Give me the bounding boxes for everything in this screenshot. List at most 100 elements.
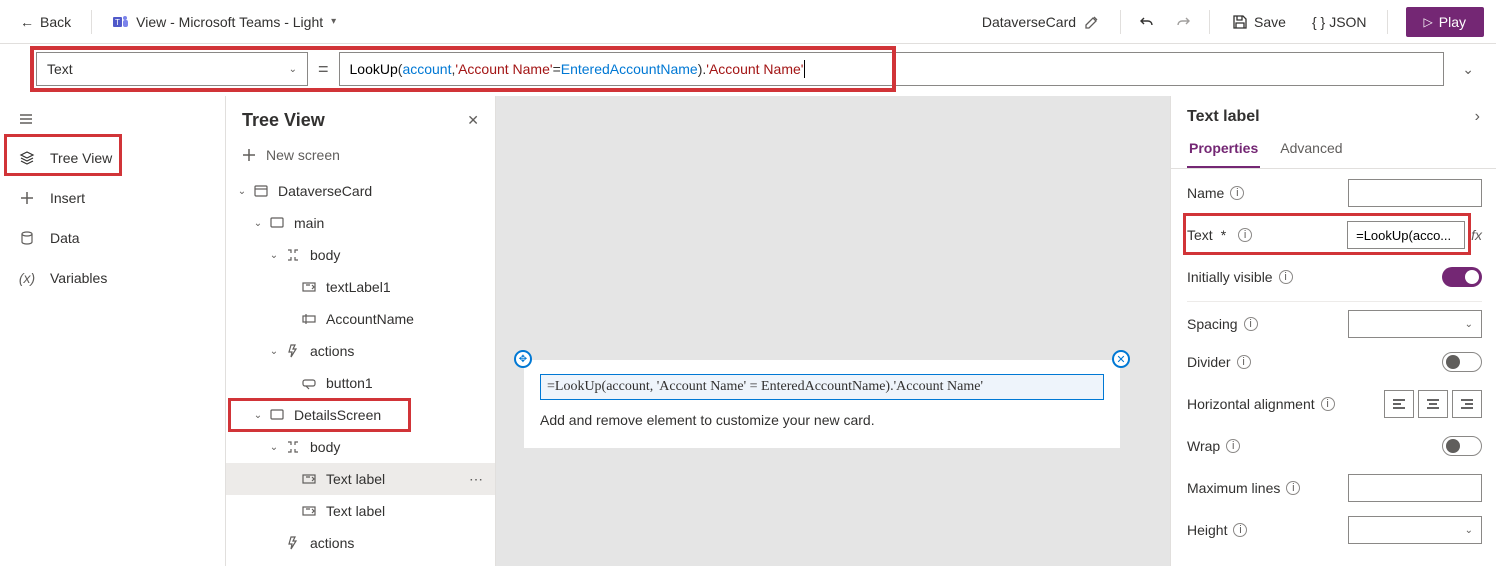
tree-node[interactable]: button1: [226, 367, 495, 399]
save-icon: [1232, 14, 1248, 30]
layers-icon: [18, 150, 36, 166]
chevron-icon[interactable]: ⌄: [268, 442, 280, 453]
move-handle-icon[interactable]: [514, 350, 532, 368]
left-rail: Tree View Insert Data (x) Variables: [0, 96, 226, 566]
maxlines-input[interactable]: [1348, 474, 1482, 502]
name-input[interactable]: [1348, 179, 1482, 207]
tree-node[interactable]: Text label: [226, 495, 495, 527]
rail-item-variables[interactable]: (x) Variables: [0, 258, 225, 298]
screen-icon: [268, 215, 286, 231]
hamburger-button[interactable]: [0, 100, 225, 138]
tree-node-label: Text label: [326, 503, 385, 519]
property-selector[interactable]: Text ⌄: [36, 52, 308, 86]
prop-row-height: Heighti ⌄: [1187, 512, 1482, 548]
tree-node[interactable]: ⌄actions: [226, 335, 495, 367]
info-icon[interactable]: i: [1321, 397, 1335, 411]
expand-panel-button[interactable]: ›: [1475, 108, 1480, 126]
canvas-hint: Add and remove element to customize your…: [540, 412, 1104, 428]
more-button[interactable]: ⋯: [469, 471, 483, 488]
divider-toggle[interactable]: [1442, 352, 1482, 372]
expand-formula-button[interactable]: ⌄: [1454, 61, 1482, 78]
delete-element-button[interactable]: ✕: [1112, 350, 1130, 368]
tree-node[interactable]: ⌄body: [226, 239, 495, 271]
tree-node-label: main: [294, 215, 324, 231]
database-icon: [18, 230, 36, 246]
tab-advanced[interactable]: Advanced: [1278, 132, 1344, 168]
json-button[interactable]: { } JSON: [1304, 10, 1375, 34]
info-icon[interactable]: i: [1286, 481, 1300, 495]
prop-label: Initially visible: [1187, 269, 1273, 285]
wrap-toggle[interactable]: [1442, 436, 1482, 456]
tree-node[interactable]: Text label ⋯: [226, 463, 495, 495]
tree-node[interactable]: textLabel1: [226, 271, 495, 303]
card-surface[interactable]: ✕ =LookUp(account, 'Account Name' = Ente…: [524, 360, 1120, 448]
view-selector[interactable]: T View - Microsoft Teams - Light ▾: [104, 9, 344, 35]
tree-node-label: button1: [326, 375, 373, 391]
chevron-icon[interactable]: ⌄: [236, 186, 248, 197]
undo-button[interactable]: [1133, 8, 1161, 36]
separator: [1120, 10, 1121, 34]
info-icon[interactable]: i: [1279, 270, 1293, 284]
tab-properties[interactable]: Properties: [1187, 132, 1260, 168]
textinput-icon: [300, 311, 318, 327]
tree-node[interactable]: actions: [226, 527, 495, 559]
text-input[interactable]: [1347, 221, 1465, 249]
spacing-select[interactable]: ⌄: [1348, 310, 1482, 338]
actions-icon: [284, 535, 302, 551]
info-icon[interactable]: i: [1237, 355, 1251, 369]
rail-item-label: Data: [50, 230, 80, 246]
back-arrow-icon: ←: [20, 14, 34, 30]
prop-row-maxlines: Maximum linesi: [1187, 470, 1482, 506]
new-screen-button[interactable]: New screen: [226, 139, 495, 175]
tree-node-label: Text label: [326, 471, 385, 487]
height-select[interactable]: ⌄: [1348, 516, 1482, 544]
align-left-button[interactable]: [1384, 390, 1414, 418]
fx-token: 'Account Name': [706, 61, 803, 77]
prop-label: Name: [1187, 185, 1224, 201]
prop-title-row: Text label ›: [1171, 96, 1496, 132]
rail-item-data[interactable]: Data: [0, 218, 225, 258]
tree-node[interactable]: ⌄ DetailsScreen: [226, 399, 495, 431]
container-icon: [284, 247, 302, 263]
play-button[interactable]: ▷ Play: [1406, 7, 1484, 37]
info-icon[interactable]: i: [1233, 523, 1247, 537]
back-button[interactable]: ← Back: [12, 10, 79, 34]
info-icon[interactable]: i: [1238, 228, 1252, 242]
tree-node-label: DetailsScreen: [294, 407, 381, 423]
chevron-icon[interactable]: ⌄: [252, 218, 264, 229]
tree-node[interactable]: ⌄DataverseCard: [226, 175, 495, 207]
fx-button[interactable]: fx: [1471, 227, 1482, 243]
card-name: DataverseCard: [974, 10, 1108, 34]
equals-sign: =: [318, 59, 329, 80]
align-right-button[interactable]: [1452, 390, 1482, 418]
tree-node[interactable]: ⌄ main: [226, 207, 495, 239]
property-selector-value: Text: [47, 61, 73, 77]
info-icon[interactable]: i: [1230, 186, 1244, 200]
info-icon[interactable]: i: [1244, 317, 1258, 331]
align-center-button[interactable]: [1418, 390, 1448, 418]
button-icon: [300, 375, 318, 391]
tree-node[interactable]: AccountName: [226, 303, 495, 335]
rail-item-label: Insert: [50, 190, 85, 206]
initially-visible-toggle[interactable]: [1442, 267, 1482, 287]
chevron-down-icon: ⌄: [1465, 319, 1473, 330]
rename-button[interactable]: [1084, 14, 1100, 30]
save-button[interactable]: Save: [1222, 10, 1296, 34]
chevron-icon[interactable]: ⌄: [252, 410, 264, 421]
prop-panel-title: Text label: [1187, 108, 1260, 126]
chevron-icon[interactable]: ⌄: [268, 346, 280, 357]
chevron-icon[interactable]: ⌄: [268, 250, 280, 261]
info-icon[interactable]: i: [1226, 439, 1240, 453]
close-panel-button[interactable]: ✕: [467, 112, 479, 129]
textlabel-icon: [300, 471, 318, 487]
plus-icon: [18, 190, 36, 206]
redo-button[interactable]: [1169, 8, 1197, 36]
tree-node[interactable]: ⌄body: [226, 431, 495, 463]
formula-input[interactable]: LookUp(account, 'Account Name' = Entered…: [339, 52, 1445, 86]
rail-item-tree-view[interactable]: Tree View: [0, 138, 225, 178]
rail-item-insert[interactable]: Insert: [0, 178, 225, 218]
prop-label: Height: [1187, 522, 1227, 538]
selected-text-label[interactable]: =LookUp(account, 'Account Name' = Entere…: [540, 374, 1104, 400]
canvas[interactable]: ✕ =LookUp(account, 'Account Name' = Ente…: [496, 96, 1170, 566]
save-label: Save: [1254, 14, 1286, 30]
